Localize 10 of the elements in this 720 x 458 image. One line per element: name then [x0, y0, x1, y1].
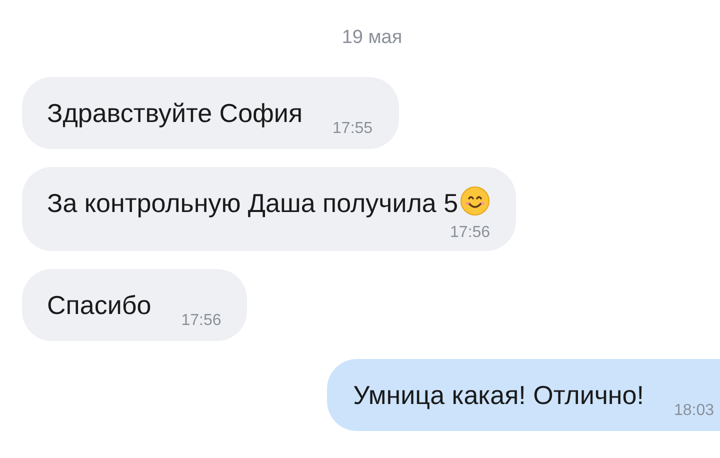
date-label: 19 мая: [342, 26, 402, 50]
message-time: 17:55: [332, 118, 373, 138]
message-text: Умница какая! Отлично!: [353, 378, 644, 412]
message-time: 17:56: [450, 222, 490, 242]
message-time: 18:03: [674, 400, 714, 420]
message-text: Здравствуйте София: [47, 96, 303, 130]
message-text: Спасибо: [47, 288, 152, 322]
message-text: За контрольную Даша получила 5: [47, 184, 490, 220]
message-time: 17:56: [181, 310, 222, 330]
smiling-face-icon: [460, 186, 490, 216]
